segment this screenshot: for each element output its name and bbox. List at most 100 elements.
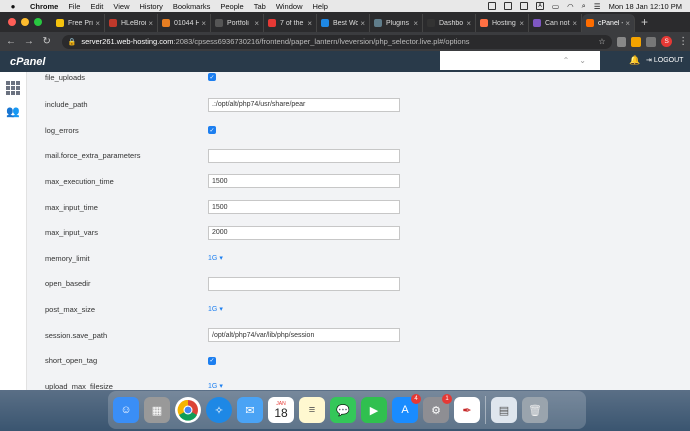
close-tab-icon[interactable]: × (625, 19, 630, 28)
option-input[interactable]: 2000 (208, 225, 400, 240)
caret-down-icon: ▾ (219, 306, 223, 314)
minimize-window-button[interactable] (21, 18, 29, 26)
launchpad-icon[interactable]: ▦ (144, 397, 170, 423)
menu-people[interactable]: People (220, 2, 243, 11)
status-icon[interactable] (488, 2, 497, 10)
menu-window[interactable]: Window (276, 2, 303, 11)
option-dropdown[interactable]: 1G ▾ (208, 305, 223, 314)
pdf-app-icon[interactable]: ✒ (454, 397, 480, 423)
option-input[interactable]: /opt/alt/php74/var/lib/php/session (208, 328, 400, 342)
browser-tab[interactable]: Free Pri × (52, 14, 105, 32)
browser-tab[interactable]: cPanel - × (582, 14, 635, 32)
notes-icon[interactable]: ≡ (299, 397, 325, 423)
tab-title: 01044 H (174, 19, 200, 27)
mail-icon[interactable]: ✉ (237, 397, 263, 423)
cpanel-logo[interactable]: cPanel (10, 56, 45, 68)
extension-icon[interactable] (616, 36, 627, 47)
logout-button[interactable]: ⇥ LOGOUT (646, 56, 683, 65)
browser-tab[interactable]: Hosting × (476, 14, 529, 32)
reload-icon[interactable]: ↻ (40, 36, 54, 47)
status-icon[interactable] (504, 2, 513, 10)
logout-icon: ⇥ (646, 57, 652, 64)
address-bar[interactable]: 🔒 server261.web-hosting.com :2083/cpsess… (61, 34, 612, 49)
option-input[interactable]: .:/opt/alt/php74/usr/share/pear (208, 97, 400, 112)
grid-icon[interactable] (6, 81, 20, 95)
option-input[interactable]: 1500 (208, 200, 400, 214)
browser-tab[interactable]: Best Wo × (317, 14, 370, 32)
battery-icon[interactable]: ▭ (552, 2, 559, 11)
option-input[interactable] (208, 148, 400, 163)
close-tab-icon[interactable]: × (413, 19, 418, 28)
safari-icon[interactable]: ✧ (206, 397, 232, 423)
menu-help[interactable]: Help (313, 2, 328, 11)
document-icon[interactable]: ▤ (491, 397, 517, 423)
browser-tab[interactable]: Can not × (529, 14, 582, 32)
calendar-icon[interactable]: JAN 18 (268, 397, 294, 423)
back-icon[interactable]: ← (4, 36, 18, 47)
chevron-down-icon[interactable]: ⌄ (579, 56, 586, 65)
trash-icon[interactable]: 🗑 (522, 397, 548, 423)
search-icon[interactable]: ⌕ (582, 1, 586, 11)
close-tab-icon[interactable]: × (519, 19, 524, 28)
option-input[interactable]: 1500 (208, 174, 400, 189)
chrome-icon[interactable] (175, 397, 201, 423)
option-checkbox[interactable]: ✓ (208, 126, 216, 135)
new-tab-button[interactable]: + (641, 15, 648, 29)
menu-bookmarks[interactable]: Bookmarks (173, 2, 211, 11)
menu-edit[interactable]: Edit (90, 2, 103, 11)
close-tab-icon[interactable]: × (201, 19, 206, 28)
control-center-icon[interactable]: ☰ (594, 2, 601, 11)
chevron-up-icon[interactable]: ⌃ (563, 56, 570, 65)
system-preferences-icon[interactable]: ⚙ 1 (423, 394, 452, 423)
close-tab-icon[interactable]: × (307, 19, 312, 28)
status-area: A ▭ ◠ ⌕ ☰ Mon 18 Jan 12:10 PM (488, 1, 682, 11)
apple-menu-icon[interactable]: ● (8, 2, 18, 11)
close-tab-icon[interactable]: × (254, 19, 259, 28)
menu-tab[interactable]: Tab (254, 2, 266, 11)
menu-app-name[interactable]: Chrome (30, 2, 58, 11)
messages-icon[interactable]: 💬 (330, 397, 356, 423)
forward-icon[interactable]: → (22, 36, 36, 47)
menu-kebab-icon[interactable]: ⋮ (676, 36, 690, 47)
browser-tab[interactable]: Portfoli × (211, 14, 264, 32)
users-icon[interactable]: 👥 (5, 105, 21, 118)
option-label: post_max_size (45, 304, 96, 314)
lock-icon[interactable]: 🔒 (68, 38, 77, 46)
input-source-icon[interactable]: A (536, 2, 545, 10)
close-tab-icon[interactable]: × (148, 19, 153, 28)
browser-tab[interactable]: 7 of the × (264, 14, 317, 32)
browser-tab[interactable]: 01044 H × (158, 14, 211, 32)
close-tab-icon[interactable]: × (466, 19, 471, 28)
option-checkbox[interactable]: ✓ (208, 73, 216, 81)
zoom-window-button[interactable] (34, 18, 42, 26)
status-icon[interactable] (520, 2, 529, 10)
close-tab-icon[interactable]: × (95, 19, 100, 28)
option-label: mail.force_extra_parameters (45, 151, 141, 161)
option-dropdown[interactable]: 1G ▾ (208, 254, 223, 263)
profile-avatar[interactable]: S (661, 36, 673, 47)
cpanel-search-box[interactable]: ⌃ ⌄ (440, 51, 600, 70)
menu-view[interactable]: View (113, 2, 129, 11)
bookmark-star-icon[interactable]: ☆ (598, 37, 605, 46)
option-input[interactable] (208, 276, 400, 291)
extension-icon[interactable] (631, 36, 642, 47)
finder-icon[interactable]: ☺ (113, 397, 139, 423)
menu-file[interactable]: File (68, 2, 80, 11)
close-window-button[interactable] (8, 18, 16, 26)
wifi-icon[interactable]: ◠ (567, 2, 574, 11)
browser-tab[interactable]: Dashbo × (423, 14, 476, 32)
option-checkbox[interactable]: ✓ (208, 356, 216, 365)
close-tab-icon[interactable]: × (572, 19, 577, 28)
browser-tab[interactable]: HLeBroi × (105, 14, 158, 32)
close-tab-icon[interactable]: × (360, 19, 365, 28)
address-path: :2083/cpsess6936730216/frontend/paper_la… (173, 37, 470, 46)
extension-icon[interactable] (646, 36, 657, 47)
facetime-icon[interactable]: ▶ (361, 397, 387, 423)
option-row: max_input_vars 2000 (45, 225, 415, 240)
clock[interactable]: Mon 18 Jan 12:10 PM (609, 2, 682, 11)
option-dropdown[interactable]: 1G ▾ (208, 382, 223, 390)
bell-icon[interactable]: 🔔 (629, 55, 640, 66)
browser-tab[interactable]: Plugins × (370, 14, 423, 32)
app-store-icon[interactable]: A 4 (392, 394, 421, 423)
menu-history[interactable]: History (140, 2, 163, 11)
